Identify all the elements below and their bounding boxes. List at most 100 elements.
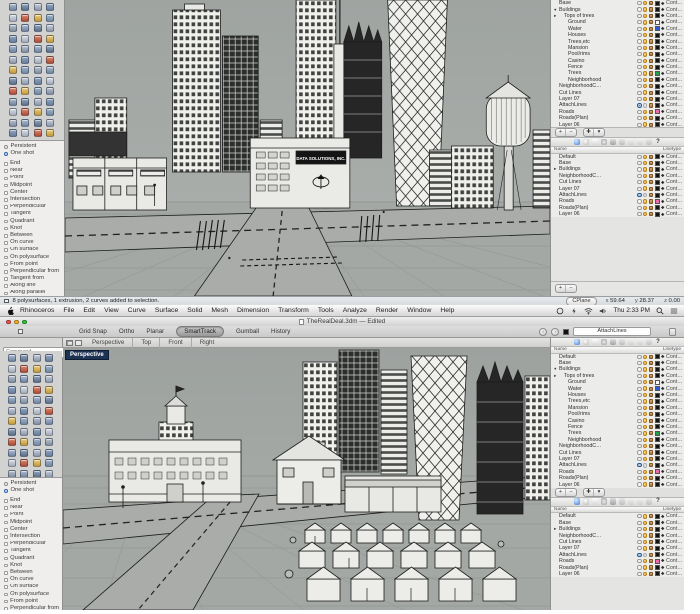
- layer-color-swatch[interactable]: [655, 463, 660, 468]
- visibility-bulb-icon[interactable]: [643, 540, 647, 544]
- layer-name[interactable]: Pool/rims: [559, 51, 636, 57]
- layer-color-swatch[interactable]: [655, 212, 660, 217]
- layer-name[interactable]: Base: [559, 0, 636, 6]
- layer-name[interactable]: Buildings: [559, 526, 636, 532]
- viewport-top-canvas[interactable]: DATA SOLUTIONS, INC.: [65, 0, 550, 296]
- linetype-value[interactable]: Cont…: [666, 571, 682, 577]
- menu-item[interactable]: Curve: [128, 307, 146, 314]
- visibility-bulb-icon[interactable]: [643, 193, 647, 197]
- visibility-bulb-icon[interactable]: [643, 559, 647, 563]
- visibility-bulb-icon[interactable]: [643, 199, 647, 203]
- lock-icon[interactable]: [649, 71, 653, 75]
- panel-header-icon[interactable]: [628, 139, 635, 146]
- mode-toggle[interactable]: Planar: [146, 327, 164, 336]
- layer-color-swatch[interactable]: [655, 450, 660, 455]
- menu-item[interactable]: Window: [407, 307, 431, 314]
- single-view-icon[interactable]: [75, 340, 82, 346]
- visibility-bulb-icon[interactable]: [643, 167, 647, 171]
- viewport-bottom[interactable]: Perspective: [63, 348, 550, 610]
- checkbox-icon[interactable]: [4, 191, 8, 195]
- layer-color-swatch[interactable]: [655, 161, 660, 166]
- lock-icon[interactable]: [649, 438, 653, 442]
- layer-name[interactable]: Layer 07: [559, 186, 636, 192]
- checkbox-icon[interactable]: [4, 542, 8, 546]
- layer-name[interactable]: Pool/rims: [559, 411, 636, 417]
- current-layer-radio[interactable]: [637, 39, 641, 43]
- checkbox-icon[interactable]: [4, 227, 8, 231]
- layer-name[interactable]: NeighborhoodC…: [559, 533, 636, 539]
- lock-icon[interactable]: [649, 155, 653, 159]
- traffic-light-button[interactable]: [22, 320, 27, 325]
- tool-icon[interactable]: [21, 35, 29, 43]
- osnap-item[interactable]: From point: [4, 598, 60, 605]
- disclosure-icon[interactable]: ►: [553, 14, 558, 18]
- checkbox-icon[interactable]: [4, 169, 8, 173]
- osnap-item[interactable]: Midpoint: [4, 182, 62, 189]
- active-layer-color-swatch[interactable]: [563, 329, 569, 335]
- panel-header-icon[interactable]: [574, 139, 581, 146]
- panel-header-icon[interactable]: [637, 339, 644, 346]
- layer-name[interactable]: Base: [559, 520, 636, 526]
- visibility-bulb-icon[interactable]: [643, 386, 647, 390]
- lock-icon[interactable]: [649, 361, 653, 365]
- panel-header-icon[interactable]: [610, 498, 617, 505]
- current-layer-radio[interactable]: [637, 463, 641, 467]
- lock-icon[interactable]: [649, 20, 653, 24]
- tool-icon[interactable]: [20, 449, 28, 457]
- linetype-value[interactable]: Cont…: [666, 392, 682, 398]
- linetype-value[interactable]: Cont…: [666, 526, 682, 532]
- layer-name[interactable]: Cut Lines: [559, 450, 636, 456]
- visibility-bulb-icon[interactable]: [643, 27, 647, 31]
- layer-name[interactable]: Tops of trees: [559, 13, 636, 19]
- viewport-tab[interactable]: Perspective: [84, 338, 133, 348]
- visibility-bulb-icon[interactable]: [643, 20, 647, 24]
- lock-icon[interactable]: [649, 444, 653, 448]
- viewport-bottom-canvas[interactable]: [63, 348, 550, 610]
- layer-color-swatch[interactable]: [655, 199, 660, 204]
- tool-icon[interactable]: [33, 470, 41, 478]
- tool-icon[interactable]: [8, 438, 16, 446]
- visibility-bulb-icon[interactable]: [643, 367, 647, 371]
- layer-color-swatch[interactable]: [655, 71, 660, 76]
- lock-icon[interactable]: [649, 174, 653, 178]
- linetype-value[interactable]: Cont…: [666, 366, 682, 372]
- lock-icon[interactable]: [649, 553, 653, 557]
- visibility-bulb-icon[interactable]: [643, 161, 647, 165]
- layer-name[interactable]: Houses: [559, 392, 636, 398]
- panel-header-icon[interactable]: [583, 498, 590, 505]
- tool-icon[interactable]: [34, 66, 42, 74]
- lock-icon[interactable]: [649, 514, 653, 518]
- linetype-value[interactable]: Cont…: [666, 469, 682, 475]
- visibility-bulb-icon[interactable]: [643, 103, 647, 107]
- linetype-value[interactable]: Cont…: [666, 179, 682, 185]
- current-layer-radio[interactable]: [637, 355, 641, 359]
- tool-icon[interactable]: [20, 428, 28, 436]
- lock-icon[interactable]: [649, 470, 653, 474]
- tool-icon[interactable]: [46, 56, 54, 64]
- linetype-value[interactable]: Cont…: [666, 115, 682, 121]
- layer-name[interactable]: Layer 07: [559, 96, 636, 102]
- osnap-mode[interactable]: Persistent: [4, 143, 62, 150]
- layer-color-swatch[interactable]: [655, 476, 660, 481]
- layer-color-swatch[interactable]: [655, 527, 660, 532]
- layer-color-swatch[interactable]: [655, 386, 660, 391]
- layer-row[interactable]: Layer 06 Cont…: [551, 571, 684, 577]
- linetype-value[interactable]: Cont…: [666, 462, 682, 468]
- layer-name[interactable]: Fence: [559, 64, 636, 70]
- linetype-value[interactable]: Cont…: [666, 386, 682, 392]
- current-layer-radio[interactable]: [637, 27, 641, 31]
- lock-icon[interactable]: [649, 540, 653, 544]
- linetype-value[interactable]: Cont…: [666, 102, 682, 108]
- tool-icon[interactable]: [46, 98, 54, 106]
- mode-toggle[interactable]: History: [271, 327, 290, 336]
- visibility-bulb-icon[interactable]: [643, 39, 647, 43]
- add-remove-layer-buttons[interactable]: +−: [555, 488, 577, 497]
- mode-toggle[interactable]: Grid Snap: [79, 327, 107, 336]
- layer-name[interactable]: Roads: [559, 469, 636, 475]
- layer-name[interactable]: AttachLines: [559, 552, 636, 558]
- lock-icon[interactable]: [649, 7, 653, 11]
- current-layer-radio[interactable]: [637, 527, 641, 531]
- tool-icon[interactable]: [34, 24, 42, 32]
- layer-color-swatch[interactable]: [655, 26, 660, 31]
- viewport-top[interactable]: DATA SOLUTIONS, INC.: [65, 0, 550, 296]
